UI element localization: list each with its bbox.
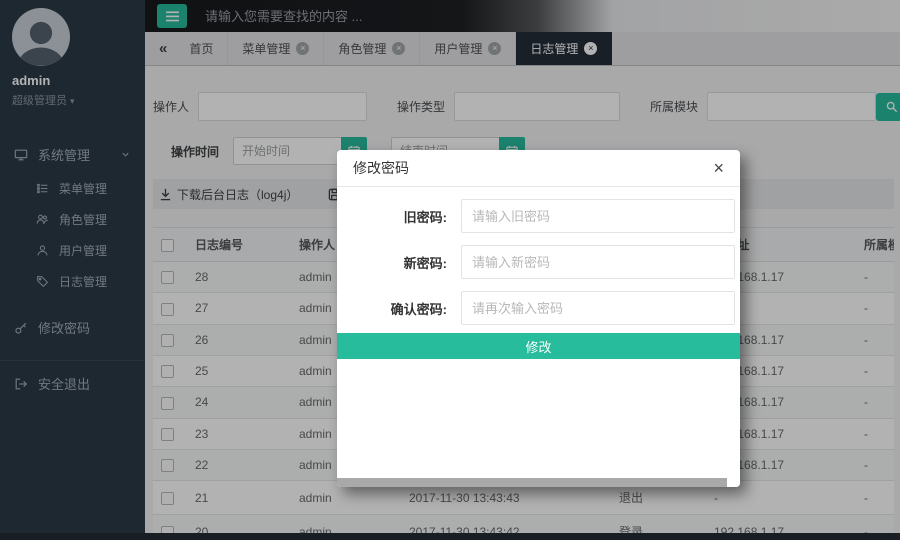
old-password-field: 旧密码: — [337, 199, 740, 233]
modal-header: 修改密码 × — [337, 150, 740, 187]
close-icon[interactable]: × — [713, 159, 724, 177]
app-root: admin 超级管理员▾ 系统管理 菜单管理 角色管理 用户管理 — [0, 0, 900, 540]
new-password-input[interactable] — [461, 245, 735, 279]
new-password-field: 新密码: — [337, 245, 740, 279]
change-password-modal: 修改密码 × 旧密码: 新密码: 确认密码: 修改 — [337, 150, 740, 487]
modal-title: 修改密码 — [353, 158, 409, 178]
confirm-password-field: 确认密码: — [337, 291, 740, 325]
old-password-input[interactable] — [461, 199, 735, 233]
new-password-label: 新密码: — [337, 253, 461, 272]
modal-horizontal-scrollbar — [337, 478, 740, 487]
submit-change-button[interactable]: 修改 — [337, 333, 740, 359]
confirm-password-input[interactable] — [461, 291, 735, 325]
scrollbar-thumb[interactable] — [337, 478, 727, 487]
confirm-password-label: 确认密码: — [337, 299, 461, 318]
old-password-label: 旧密码: — [337, 207, 461, 226]
